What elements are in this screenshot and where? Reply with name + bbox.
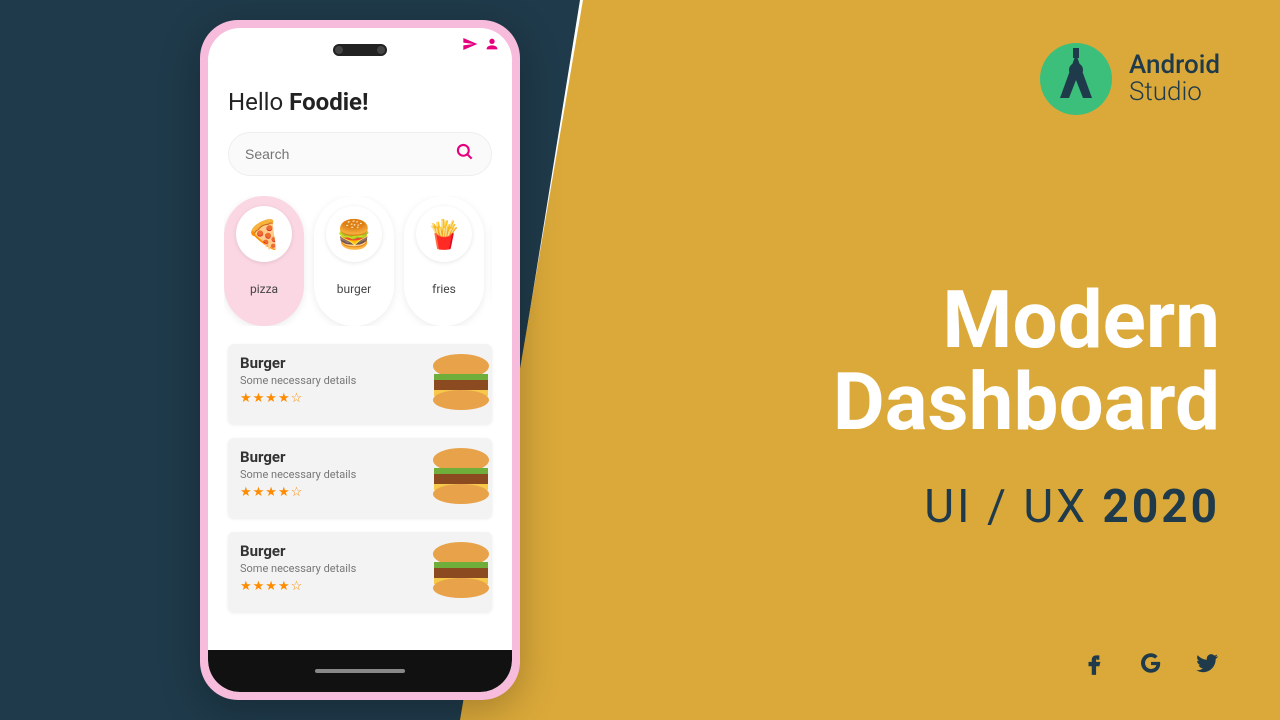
google-icon[interactable]: [1138, 650, 1164, 680]
search-input[interactable]: [245, 146, 445, 162]
subline-prefix: UI / UX: [924, 480, 1102, 534]
phone-screen: Hello Foodie! 🍕 pizza 🍔 burger 🍟: [208, 28, 512, 692]
category-fries[interactable]: 🍟 fries: [404, 196, 484, 326]
paper-plane-icon[interactable]: [462, 36, 478, 56]
twitter-icon[interactable]: [1194, 650, 1220, 680]
logo-text-line1: Android: [1129, 52, 1220, 79]
burger-image: [426, 540, 496, 600]
burger-image: [426, 352, 496, 412]
home-pill-icon[interactable]: [315, 669, 405, 673]
facebook-icon[interactable]: [1082, 650, 1108, 680]
headline-line1: Modern: [833, 280, 1220, 362]
greeting-name: Foodie!: [289, 88, 368, 116]
greeting-prefix: Hello: [228, 88, 289, 116]
burger-icon: 🍔: [326, 206, 382, 262]
category-label: pizza: [250, 282, 278, 296]
category-label: fries: [432, 282, 456, 296]
camera-cutout: [333, 44, 387, 56]
logo-text-line2: Studio: [1129, 79, 1220, 106]
item-list[interactable]: Burger Some necessary details ★★★★☆ Burg…: [228, 344, 492, 612]
search-bar[interactable]: [228, 132, 492, 176]
category-label: burger: [337, 282, 371, 296]
phone-mockup: Hello Foodie! 🍕 pizza 🍔 burger 🍟: [200, 20, 520, 700]
status-icons: [462, 36, 500, 56]
android-studio-icon: [1037, 40, 1115, 118]
headline-line2: Dashboard: [833, 362, 1220, 444]
category-burger[interactable]: 🍔 burger: [314, 196, 394, 326]
fries-icon: 🍟: [416, 206, 472, 262]
headline: Modern Dashboard: [833, 280, 1220, 443]
list-item[interactable]: Burger Some necessary details ★★★★☆: [228, 532, 492, 612]
social-icons: [1082, 650, 1220, 680]
greeting-text: Hello Foodie!: [228, 88, 492, 116]
list-item[interactable]: Burger Some necessary details ★★★★☆: [228, 438, 492, 518]
subline-year: 2020: [1102, 480, 1220, 534]
pizza-icon: 🍕: [236, 206, 292, 262]
subline: UI / UX 2020: [924, 480, 1220, 534]
android-navbar[interactable]: [208, 650, 512, 692]
burger-image: [426, 446, 496, 506]
profile-icon[interactable]: [484, 36, 500, 56]
search-icon[interactable]: [455, 142, 475, 167]
list-item[interactable]: Burger Some necessary details ★★★★☆: [228, 344, 492, 424]
category-row[interactable]: 🍕 pizza 🍔 burger 🍟 fries 🥤 s: [224, 196, 492, 326]
app-content: Hello Foodie! 🍕 pizza 🍔 burger 🍟: [208, 28, 512, 650]
android-studio-logo: Android Studio: [1037, 40, 1220, 118]
category-pizza[interactable]: 🍕 pizza: [224, 196, 304, 326]
